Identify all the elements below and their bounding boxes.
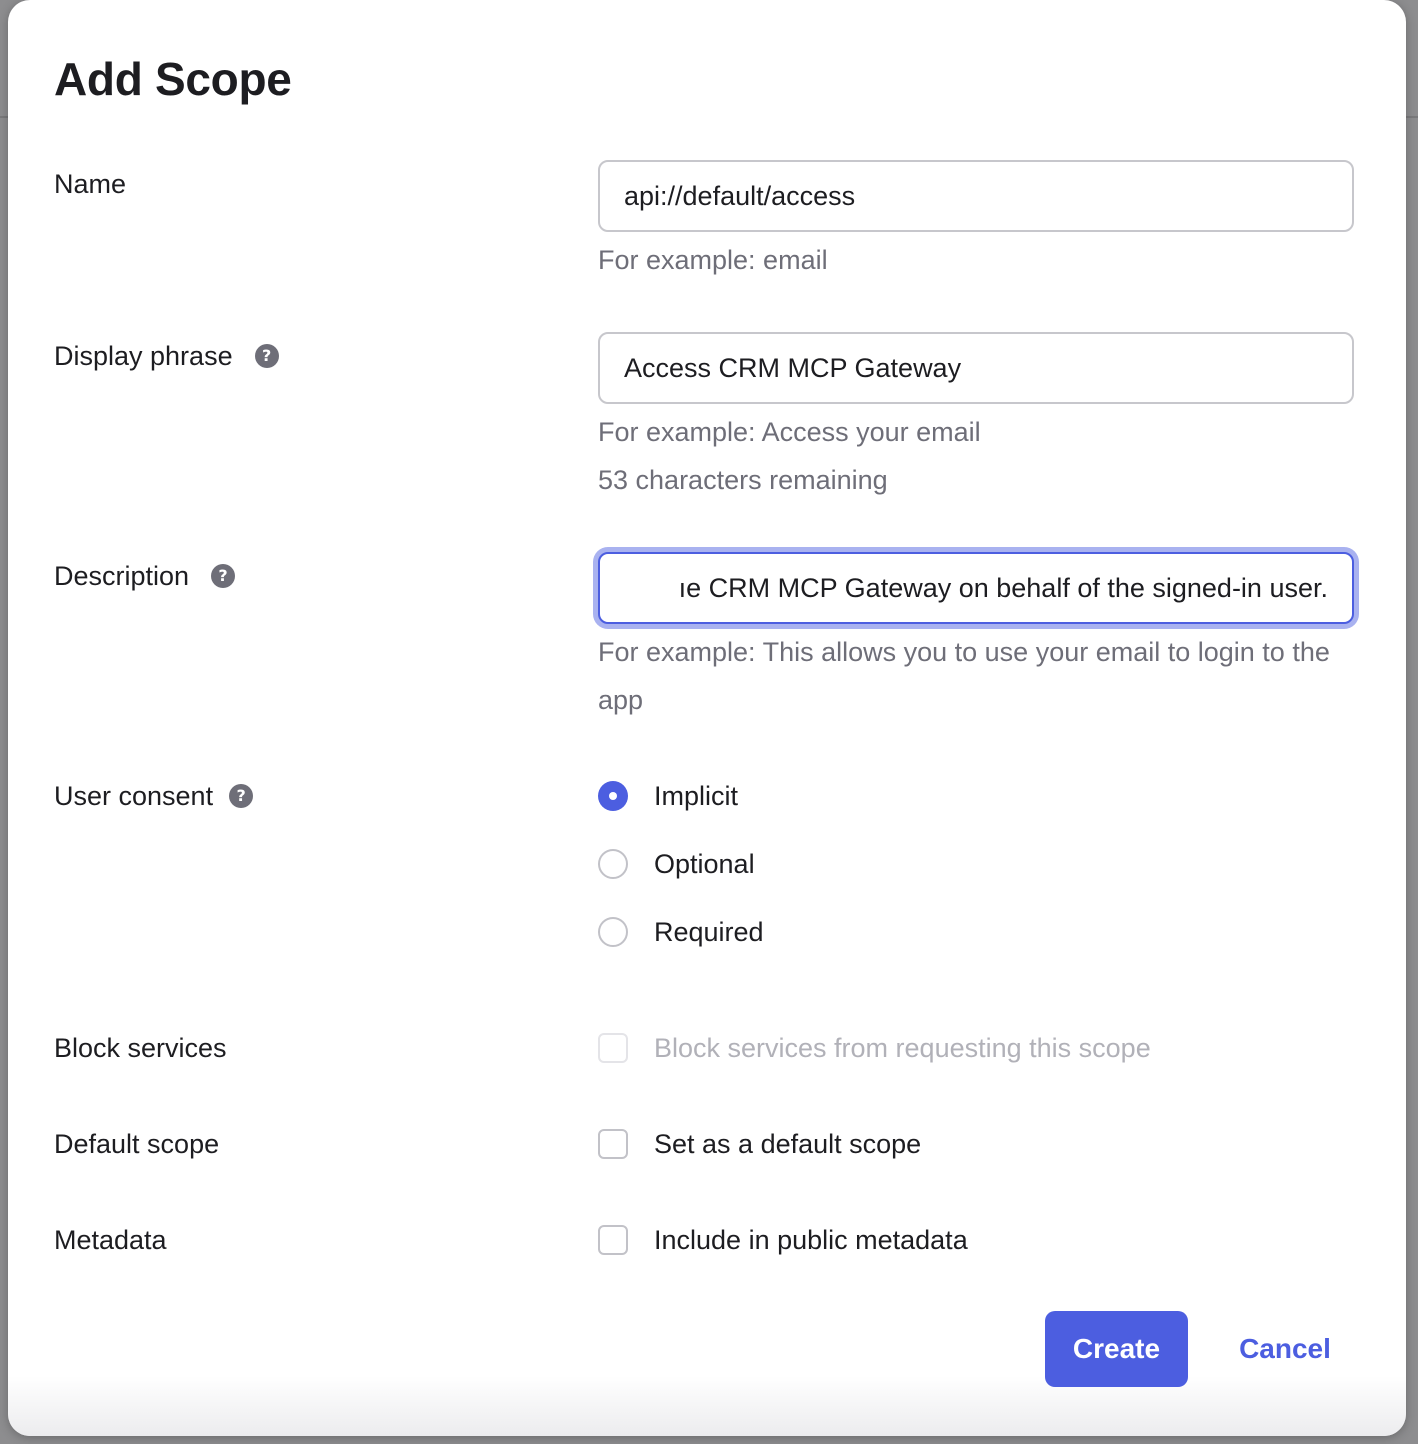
display-phrase-input[interactable]: Access CRM MCP Gateway [598, 332, 1354, 404]
block-services-checkbox-row: Block services from requesting this scop… [598, 1028, 1151, 1068]
user-consent-label-text: User consent [54, 781, 214, 811]
name-hint: For example: email [598, 245, 828, 275]
display-phrase-label: Display phrase ? [54, 338, 279, 374]
default-scope-label: Default scope [54, 1126, 219, 1162]
help-icon[interactable]: ? [229, 784, 254, 808]
characters-remaining: 53 characters remaining [598, 465, 888, 495]
background-divider [0, 116, 8, 118]
block-services-label-text: Block services [54, 1033, 227, 1063]
user-consent-label: User consent ? [54, 778, 254, 814]
default-scope-label-text: Default scope [54, 1129, 220, 1159]
description-label-text: Description [54, 561, 190, 591]
help-icon[interactable]: ? [211, 564, 236, 588]
checkbox-unchecked-icon[interactable] [598, 1129, 628, 1159]
consent-option-optional[interactable]: Optional [598, 844, 755, 884]
add-scope-dialog: Add Scope Name api://default/access For … [8, 0, 1406, 1436]
background-divider [1406, 116, 1418, 118]
create-button[interactable]: Create [1045, 1311, 1188, 1387]
radio-checked-icon[interactable] [598, 781, 628, 811]
checkbox-unchecked-icon[interactable] [598, 1225, 628, 1255]
checkbox-disabled-icon [598, 1033, 628, 1063]
metadata-option-label: Include in public metadata [654, 1224, 968, 1255]
help-icon[interactable]: ? [254, 344, 279, 368]
radio-unchecked-icon[interactable] [598, 849, 628, 879]
display-phrase-hint: For example: Access your email [598, 417, 981, 447]
description-input[interactable]: ıe CRM MCP Gateway on behalf of the sign… [598, 552, 1354, 624]
name-label: Name [54, 166, 126, 202]
consent-option-implicit[interactable]: Implicit [598, 776, 738, 816]
description-label: Description ? [54, 558, 236, 594]
description-input-value: ıe CRM MCP Gateway on behalf of the sign… [678, 572, 1328, 603]
name-label-text: Name [54, 169, 127, 199]
name-input[interactable]: api://default/access [598, 160, 1354, 232]
block-services-option-label: Block services from requesting this scop… [654, 1032, 1151, 1063]
description-hint: For example: This allows you to use your… [598, 637, 1330, 715]
consent-option-label: Implicit [654, 780, 739, 811]
metadata-checkbox-row[interactable]: Include in public metadata [598, 1220, 968, 1260]
consent-option-label: Required [654, 916, 764, 947]
display-phrase-label-text: Display phrase [54, 341, 233, 371]
metadata-label: Metadata [54, 1222, 167, 1258]
cancel-button[interactable]: Cancel [1222, 1311, 1348, 1387]
dialog-title: Add Scope [54, 53, 292, 105]
name-input-value: api://default/access [624, 180, 856, 211]
consent-option-required[interactable]: Required [598, 912, 764, 952]
metadata-label-text: Metadata [54, 1225, 167, 1255]
block-services-label: Block services [54, 1030, 227, 1066]
default-scope-option-label: Set as a default scope [654, 1128, 922, 1159]
default-scope-checkbox-row[interactable]: Set as a default scope [598, 1124, 921, 1164]
dialog-footer-shade [8, 1376, 1406, 1436]
display-phrase-input-value: Access CRM MCP Gateway [624, 352, 962, 383]
consent-option-label: Optional [654, 848, 755, 879]
radio-unchecked-icon[interactable] [598, 917, 628, 947]
